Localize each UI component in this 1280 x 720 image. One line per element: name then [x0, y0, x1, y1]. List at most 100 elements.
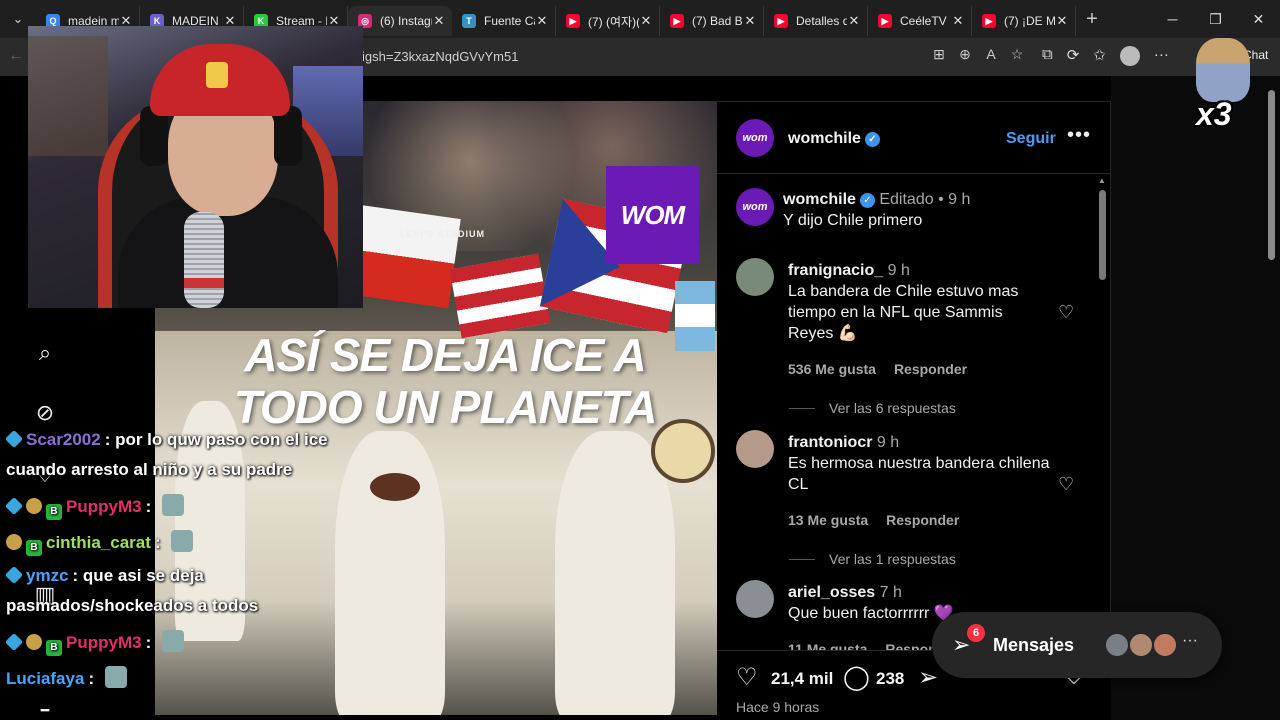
like-heart-icon[interactable]: ♡ [736, 663, 758, 692]
scroll-up-arrow-icon[interactable]: ▲ [1098, 176, 1106, 185]
streamer-webcam-overlay [28, 26, 363, 308]
comment-likes[interactable]: 536 Me gusta [788, 361, 876, 377]
view-replies-button[interactable]: Ver las 6 respuestas [789, 400, 956, 416]
more-contacts-icon[interactable]: ··· [1182, 632, 1198, 650]
close-tab-icon[interactable]: ✕ [639, 13, 653, 29]
browser-tab[interactable]: ▶ (7) Bad Bu✕ [660, 6, 764, 36]
chat-username[interactable]: Luciafaya [6, 669, 84, 688]
window-controls: ─ ❐ ✕ [1151, 0, 1280, 38]
comment-text: Que buen factorrrrrr 💜 [788, 605, 954, 622]
close-window-icon[interactable]: ✕ [1237, 0, 1280, 38]
follow-button[interactable]: Seguir [1006, 130, 1056, 148]
commenter-avatar[interactable] [736, 258, 774, 296]
caption-time: 9 h [948, 191, 971, 208]
app-available-icon[interactable]: ⊞ [930, 46, 948, 63]
favorite-star-icon[interactable]: ☆ [1008, 46, 1026, 63]
read-aloud-icon[interactable]: A [982, 46, 1000, 63]
split-screen-icon[interactable]: ⟳ [1067, 46, 1080, 66]
new-tab-button[interactable]: + [1076, 8, 1108, 31]
close-tab-icon[interactable]: ✕ [951, 13, 965, 29]
commenter-avatar[interactable] [736, 580, 774, 618]
more-options-icon[interactable]: ••• [1067, 124, 1091, 147]
comment-header: ariel_osses 7 h [788, 582, 902, 603]
tab-title: Detalles d [796, 14, 847, 28]
bookshelf [28, 36, 108, 156]
toolbar-extensions: ⧉ ⟳ ✩ ··· [1042, 46, 1169, 66]
profile-avatar[interactable] [1119, 46, 1140, 66]
messages-pill[interactable]: ➢ 6 Mensajes ··· [932, 612, 1222, 678]
football [370, 473, 420, 501]
close-tab-icon[interactable]: ✕ [743, 13, 757, 29]
posted-ago: Hace 9 horas [736, 699, 820, 715]
chat-mod-badge-icon: B [46, 504, 62, 520]
caption-edited: Editado • [879, 191, 944, 208]
browser-tab[interactable]: ▶ (7) (여자)(✕ [556, 6, 660, 36]
comment-time: 7 h [879, 584, 902, 601]
view-replies-button[interactable]: Ver las 1 respuestas [789, 551, 956, 567]
close-tab-icon[interactable]: ✕ [847, 13, 861, 29]
comment-icon[interactable]: ◯ [843, 663, 870, 692]
unread-count-badge: 6 [967, 624, 985, 642]
close-tab-icon[interactable]: ✕ [1055, 13, 1069, 29]
chat-username[interactable]: Scar2002 [26, 430, 101, 449]
comment-username[interactable]: ariel_osses [788, 584, 875, 601]
likes-count[interactable]: 21,4 mil [771, 669, 833, 689]
extensions-puzzle-icon[interactable]: ⧉ [1042, 46, 1053, 66]
chat-message: ymzc: que asi se deja [4, 565, 204, 586]
back-arrow-icon[interactable]: ← [8, 47, 24, 65]
browser-tab[interactable]: ▶ Detalles d ✕ [764, 6, 868, 36]
page-scrollbar[interactable] [1264, 76, 1280, 716]
chat-username[interactable]: PuppyM3 [66, 497, 142, 516]
comments-scrollbar[interactable]: ▲ [1096, 174, 1108, 644]
close-tab-icon[interactable]: ✕ [432, 13, 446, 29]
comment-like-heart-icon[interactable]: ♡ [1058, 474, 1074, 495]
browser-tab[interactable]: ◎ (6) Instagr ✕ [348, 6, 452, 36]
comment-meta: 13 Me gusta Responder [788, 512, 959, 528]
comment-likes[interactable]: 13 Me gusta [788, 512, 868, 528]
account-avatar[interactable]: wom [736, 119, 774, 157]
chat-mod-badge-icon: B [46, 640, 62, 656]
microphone-band [184, 278, 224, 288]
browser-tab[interactable]: ▶ (7) ¡DE M ✕ [972, 6, 1076, 36]
reply-button[interactable]: Responder [886, 512, 959, 528]
caption-avatar[interactable]: wom [736, 188, 774, 226]
chat-username[interactable]: PuppyM3 [66, 633, 142, 652]
reply-button[interactable]: Responder [894, 361, 967, 377]
caption-username[interactable]: womchile [783, 191, 856, 208]
page-scrollbar-thumb[interactable] [1268, 90, 1275, 260]
browser-tab[interactable]: ▶ CeéleTV ✕ [868, 6, 972, 36]
account-username[interactable]: womchile ✓ [788, 130, 880, 148]
browser-tab[interactable]: T Fuente Ca ✕ [452, 6, 556, 36]
favorites-icon[interactable]: ✩ [1093, 46, 1106, 66]
zoom-icon[interactable]: ⊕ [956, 46, 974, 63]
comment-header: frantoniocr 9 h [788, 432, 899, 453]
reel-caption: ASÍ SE DEJA ICE A TODO UN PLANETA [185, 329, 705, 433]
explore-compass-icon[interactable]: ⊘ [30, 400, 60, 426]
more-menu-icon[interactable]: ··· [1154, 46, 1169, 66]
comment-username[interactable]: franignacio_ [788, 262, 883, 279]
chat-text: por lo quw paso con el ice [115, 430, 328, 449]
comment-text: tiempo en la NFL que Sammis [788, 304, 1003, 321]
chat-username[interactable]: cinthia_carat [46, 533, 151, 552]
comment-time: 9 h [876, 434, 900, 451]
share-send-icon[interactable]: ➢ [918, 663, 938, 692]
chat-message: Bcinthia_carat: [6, 530, 194, 556]
scrollbar-thumb[interactable] [1099, 190, 1106, 280]
address-bar-url[interactable]: igsh=Z3kxazNqdGVvYm51 [362, 49, 518, 64]
minimize-icon[interactable]: ─ [1151, 0, 1194, 38]
tab-title: CeéleTV [900, 14, 947, 28]
search-icon[interactable]: ⌕ [30, 340, 60, 366]
comment-header: franignacio_ 9 h [788, 260, 910, 281]
chat-prime-badge-icon [4, 565, 24, 585]
chat-emote-badge-icon [26, 498, 42, 514]
verified-badge-icon: ✓ [864, 132, 880, 147]
youtube-icon: ▶ [982, 14, 996, 28]
comment-like-heart-icon[interactable]: ♡ [1058, 302, 1074, 323]
commenter-avatar[interactable] [736, 430, 774, 468]
comment-text: Es hermosa nuestra bandera chilena [788, 455, 1050, 472]
chat-username[interactable]: ymzc [26, 566, 69, 585]
close-tab-icon[interactable]: ✕ [535, 13, 549, 29]
multiplier-overlay: x3 [1196, 96, 1232, 132]
restore-icon[interactable]: ❐ [1194, 0, 1237, 38]
comment-username[interactable]: frantoniocr [788, 434, 872, 451]
